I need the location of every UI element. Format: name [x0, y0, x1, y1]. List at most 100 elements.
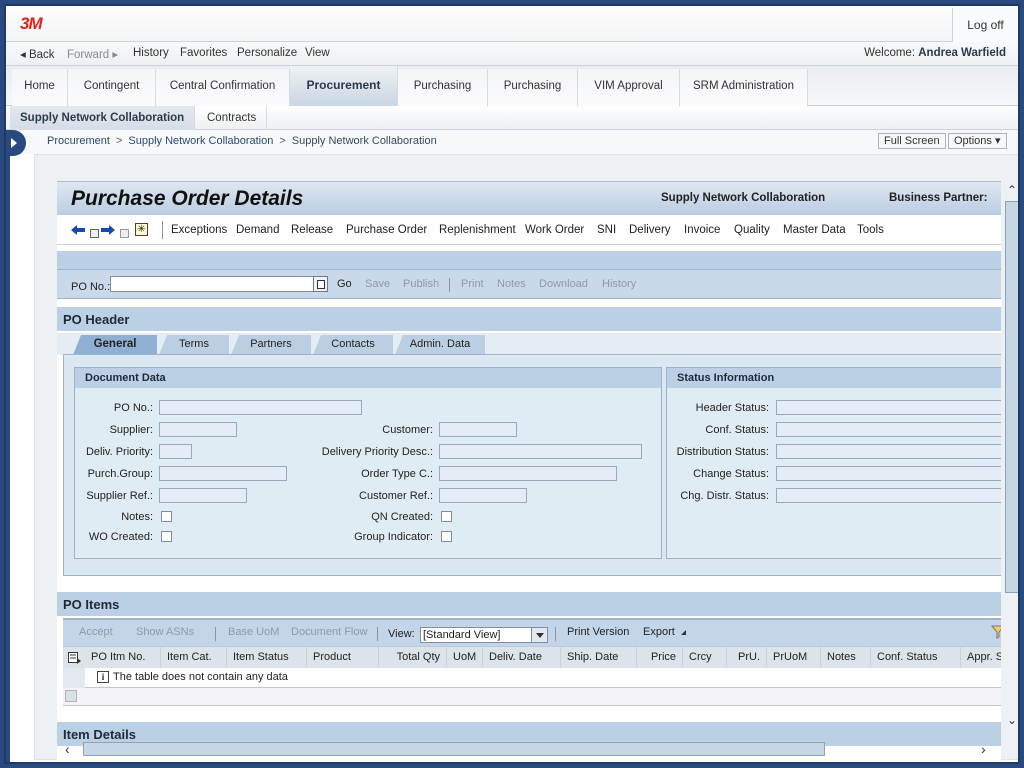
tab-admin-data[interactable]: Admin. Data — [395, 335, 485, 355]
menu-work-order[interactable]: Work Order — [525, 224, 584, 236]
header-status-field[interactable] — [776, 400, 1001, 415]
tab-purchasing-1[interactable]: Purchasing — [398, 69, 488, 106]
customer-field[interactable] — [439, 422, 517, 437]
menu-quality[interactable]: Quality — [734, 224, 770, 236]
scroll-up-icon[interactable]: ⌃ — [1005, 183, 1018, 197]
tab-general[interactable]: General — [73, 335, 157, 355]
personalize-link[interactable]: Personalize — [237, 47, 297, 59]
conf-status-field[interactable] — [776, 422, 1001, 437]
portal-navbar: ◂ Back Forward ▸ History Favorites Perso… — [6, 42, 1018, 66]
delivery-priority-desc-field[interactable] — [439, 444, 642, 459]
history-button[interactable]: History — [602, 278, 636, 290]
forward-arrow-icon[interactable] — [101, 225, 115, 235]
tab-vim-approval[interactable]: VIM Approval — [578, 69, 680, 106]
menu-master-data[interactable]: Master Data — [783, 224, 846, 236]
history-forward-icon[interactable] — [120, 229, 129, 238]
tab-contracts[interactable]: Contracts — [197, 106, 268, 130]
back-arrow-icon[interactable] — [71, 225, 85, 235]
history-link[interactable]: History — [133, 47, 169, 59]
save-button[interactable]: Save — [365, 278, 390, 290]
vertical-scroll-thumb[interactable] — [1005, 201, 1018, 593]
tab-srm-administration[interactable]: SRM Administration — [680, 69, 808, 106]
menu-sni[interactable]: SNI — [597, 224, 616, 236]
tab-contingent[interactable]: Contingent — [68, 69, 156, 106]
print-button[interactable]: Print — [461, 278, 484, 290]
column-header[interactable]: Appr. Sta — [961, 647, 1001, 669]
menu-replenishment[interactable]: Replenishment — [439, 224, 516, 236]
scroll-left-icon[interactable]: ‹ — [65, 741, 70, 757]
po-no-field[interactable] — [159, 400, 362, 415]
logoff-button[interactable]: Log off — [952, 8, 1018, 42]
menu-purchase-order[interactable]: Purchase Order — [346, 224, 427, 236]
menu-exceptions[interactable]: Exceptions — [171, 224, 227, 236]
po-number-input[interactable] — [110, 276, 328, 292]
column-header[interactable]: Conf. Status — [871, 647, 961, 669]
column-header[interactable]: PO Itm No. — [85, 647, 161, 669]
back-link[interactable]: ◂ Back — [20, 47, 55, 61]
group-indicator-checkbox[interactable] — [441, 531, 452, 542]
column-header[interactable]: UoM — [447, 647, 483, 669]
horizontal-scroll-thumb[interactable] — [83, 742, 825, 756]
table-settings-icon[interactable] — [68, 652, 81, 664]
column-header[interactable]: Crcy — [683, 647, 727, 669]
tab-purchasing-2[interactable]: Purchasing — [488, 69, 578, 106]
download-button[interactable]: Download — [539, 278, 588, 290]
column-header[interactable]: Product — [307, 647, 379, 669]
divider — [215, 627, 216, 641]
table-scroll-left-icon[interactable] — [65, 690, 77, 702]
base-uom-button[interactable]: Base UoM — [228, 626, 279, 638]
chevron-down-icon[interactable] — [531, 628, 547, 642]
column-header[interactable]: Notes — [821, 647, 871, 669]
tab-home[interactable]: Home — [12, 69, 68, 106]
breadcrumb-item[interactable]: Supply Network Collaboration — [128, 135, 273, 147]
show-asns-button[interactable]: Show ASNs — [136, 626, 194, 638]
column-header[interactable]: Ship. Date — [561, 647, 637, 669]
change-status-field[interactable] — [776, 466, 1001, 481]
qn-created-checkbox[interactable] — [441, 511, 452, 522]
column-header[interactable]: Item Cat. — [161, 647, 227, 669]
go-button[interactable]: Go — [337, 278, 352, 290]
new-window-icon[interactable]: ✳ — [135, 223, 148, 236]
tab-partners[interactable]: Partners — [231, 335, 311, 355]
chg-distr-status-field[interactable] — [776, 488, 1001, 503]
menu-demand[interactable]: Demand — [236, 224, 279, 236]
view-link[interactable]: View — [305, 47, 330, 59]
scroll-down-icon[interactable]: ⌄ — [1005, 713, 1018, 727]
options-button[interactable]: Options ▾ — [948, 133, 1007, 149]
menu-release[interactable]: Release — [291, 224, 333, 236]
column-header[interactable]: Item Status — [227, 647, 307, 669]
column-header[interactable]: PrU. — [727, 647, 767, 669]
customer-ref-field[interactable] — [439, 488, 527, 503]
export-button[interactable]: Export — [643, 626, 675, 638]
accept-button[interactable]: Accept — [79, 626, 113, 638]
publish-button[interactable]: Publish — [403, 278, 439, 290]
menu-invoice[interactable]: Invoice — [684, 224, 720, 236]
vertical-scrollbar[interactable]: ⌃ ⌄ — [1003, 183, 1018, 727]
column-header[interactable]: PrUoM — [767, 647, 821, 669]
order-type-field[interactable] — [439, 466, 617, 481]
forward-link[interactable]: Forward ▸ — [67, 47, 118, 61]
distribution-status-field[interactable] — [776, 444, 1001, 459]
column-header[interactable]: Deliv. Date — [483, 647, 561, 669]
history-back-icon[interactable] — [90, 229, 99, 238]
menu-delivery[interactable]: Delivery — [629, 224, 671, 236]
breadcrumb-item[interactable]: Procurement — [47, 135, 110, 147]
document-flow-button[interactable]: Document Flow — [291, 626, 367, 638]
tab-supply-network-collaboration[interactable]: Supply Network Collaboration — [10, 106, 196, 130]
column-header[interactable]: Price — [637, 647, 683, 669]
tab-procurement[interactable]: Procurement — [290, 66, 398, 106]
favorites-link[interactable]: Favorites — [180, 47, 227, 59]
column-header[interactable]: Total Qty — [379, 647, 447, 669]
scroll-right-icon[interactable]: › — [981, 741, 986, 757]
tab-contacts[interactable]: Contacts — [313, 335, 393, 355]
filter-icon[interactable] — [991, 625, 1001, 639]
print-version-button[interactable]: Print Version — [567, 626, 629, 638]
view-select[interactable]: [Standard View] — [420, 627, 548, 643]
horizontal-scrollbar[interactable]: ‹ › — [57, 741, 1001, 757]
tab-central-confirmation[interactable]: Central Confirmation — [156, 69, 290, 106]
tab-terms[interactable]: Terms — [159, 335, 229, 355]
menu-tools[interactable]: Tools — [857, 224, 884, 236]
notes-button[interactable]: Notes — [497, 278, 526, 290]
value-help-icon[interactable] — [313, 276, 328, 292]
full-screen-button[interactable]: Full Screen — [878, 133, 946, 149]
